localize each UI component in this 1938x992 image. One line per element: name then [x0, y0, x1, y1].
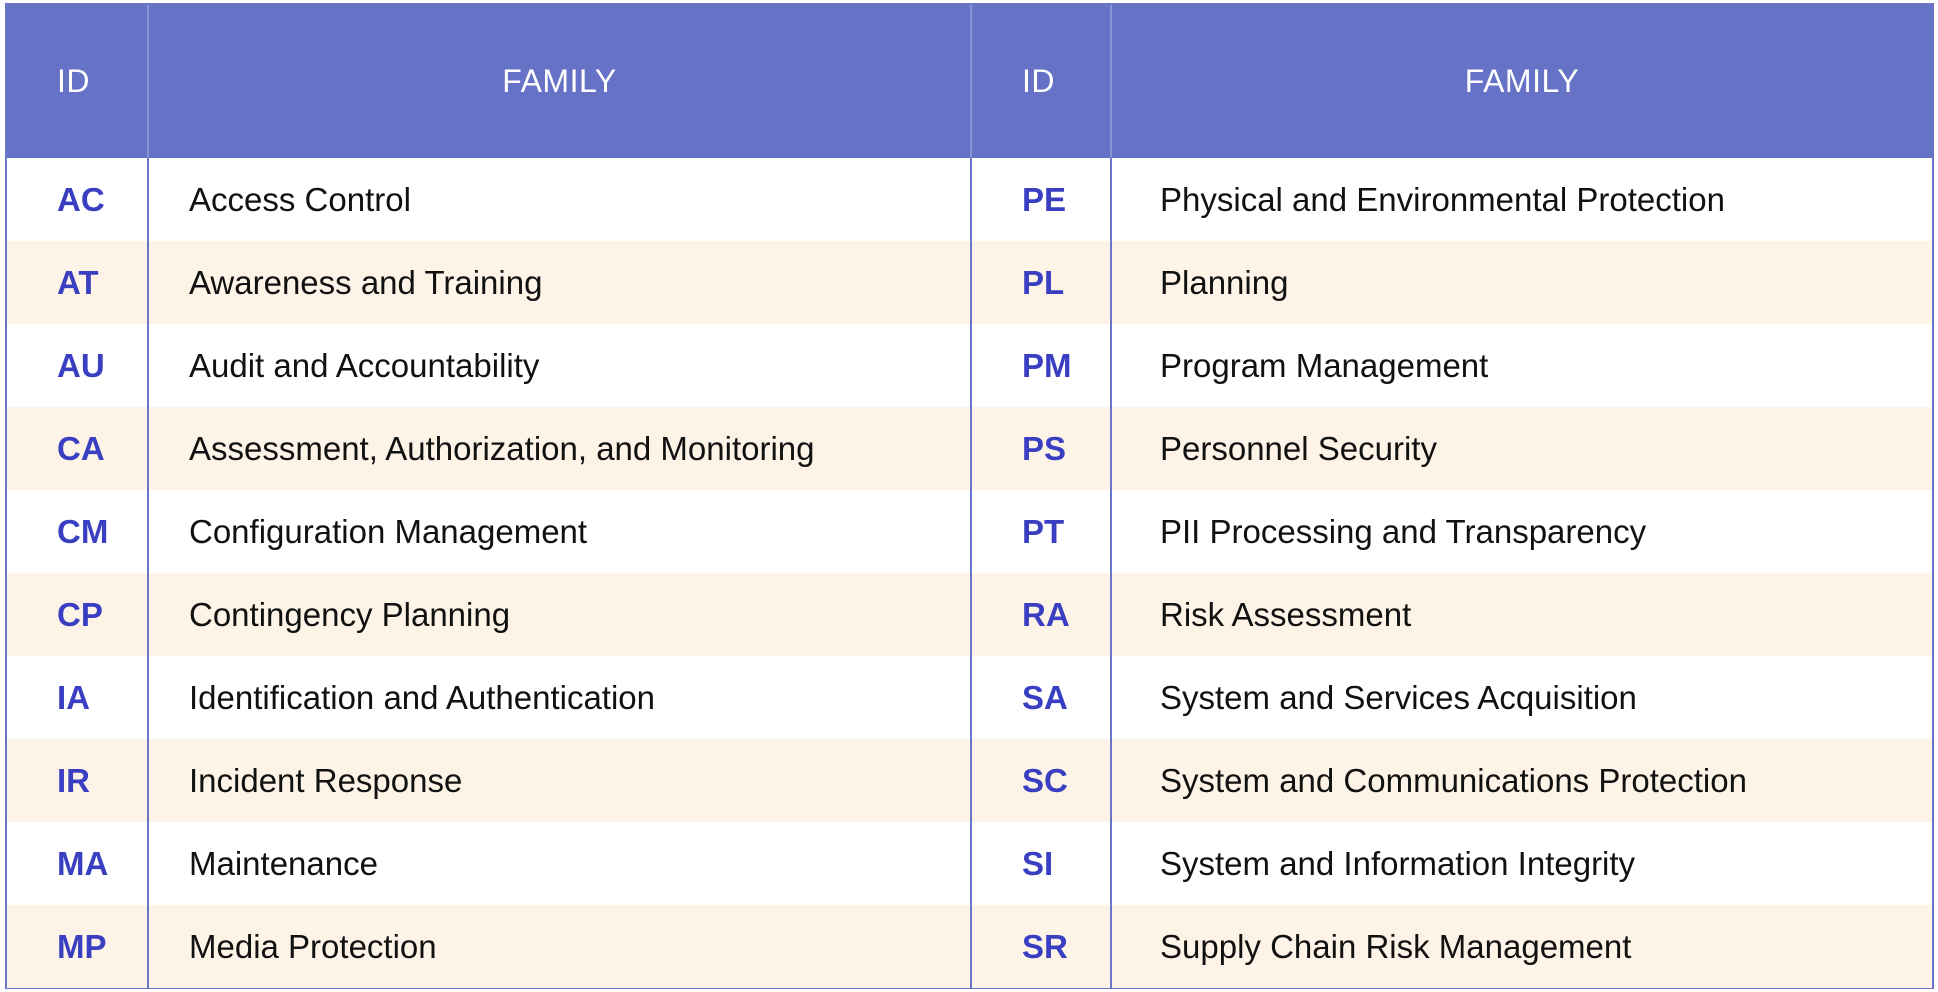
- right-family-cell: Physical and Environmental Protection: [1110, 158, 1932, 241]
- table-row: CP Contingency Planning RA Risk Assessment: [7, 573, 1932, 656]
- header-id-left: ID: [57, 63, 90, 99]
- right-id-cell: PS: [970, 407, 1111, 490]
- control-families-table-container: ID FAMILY ID FAMILY AC Access Control PE Ph…: [5, 3, 1934, 989]
- left-id-cell: AC: [57, 180, 105, 218]
- left-id-cell: AU: [57, 346, 105, 384]
- right-id-cell: SC: [970, 739, 1111, 822]
- left-family-cell: Incident Response: [147, 739, 971, 822]
- right-family-cell: Risk Assessment: [1110, 573, 1932, 656]
- left-family-cell: Awareness and Training: [147, 241, 971, 324]
- left-family-cell: Configuration Management: [147, 490, 971, 573]
- right-family-cell: System and Services Acquisition: [1110, 656, 1932, 739]
- right-family-cell: System and Information Integrity: [1110, 822, 1932, 905]
- right-id-cell: SR: [970, 905, 1111, 988]
- table-body: AC Access Control PE Physical and Environme…: [7, 158, 1932, 988]
- table-row: AC Access Control PE Physical and Environme…: [7, 158, 1932, 241]
- table-header-row: ID FAMILY ID FAMILY: [7, 5, 1932, 158]
- right-family-cell: PII Processing and Transparency: [1110, 490, 1932, 573]
- right-id-cell: PM: [970, 324, 1111, 407]
- table-row: AT Awareness and Training PL Planning: [7, 241, 1932, 324]
- table-row: MP Media Protection SR Supply Chain Risk Ma…: [7, 905, 1932, 988]
- left-id-cell: CP: [57, 595, 103, 633]
- header-id-right: ID: [970, 5, 1111, 158]
- table-row: CA Assessment, Authorization, and Monitor…: [7, 407, 1932, 490]
- left-id-cell: CM: [57, 512, 109, 550]
- right-family-cell: Personnel Security: [1110, 407, 1932, 490]
- left-id-cell: CA: [57, 429, 105, 467]
- right-id-cell: RA: [970, 573, 1111, 656]
- right-id-cell: SA: [970, 656, 1111, 739]
- left-id-cell: IR: [57, 761, 90, 799]
- table-row: IA Identification and Authentication SA Sys…: [7, 656, 1932, 739]
- left-family-cell: Identification and Authentication: [147, 656, 971, 739]
- left-family-cell: Maintenance: [147, 822, 971, 905]
- right-id-cell: SI: [970, 822, 1111, 905]
- table-row: MA Maintenance SI System and Information In…: [7, 822, 1932, 905]
- left-id-cell: MP: [57, 927, 107, 965]
- left-family-cell: Assessment, Authorization, and Monitorin…: [147, 407, 971, 490]
- right-id-cell: PE: [970, 158, 1111, 241]
- table-row: CM Configuration Management PT PII Processi…: [7, 490, 1932, 573]
- right-id-cell: PT: [970, 490, 1111, 573]
- control-families-table: ID FAMILY ID FAMILY AC Access Control PE Ph…: [7, 5, 1932, 988]
- left-family-cell: Contingency Planning: [147, 573, 971, 656]
- table-row: AU Audit and Accountability PM Program Mana…: [7, 324, 1932, 407]
- right-family-cell: Program Management: [1110, 324, 1932, 407]
- header-family-left: FAMILY: [147, 5, 971, 158]
- left-id-cell: MA: [57, 844, 109, 882]
- right-family-cell: Planning: [1110, 241, 1932, 324]
- table-row: IR Incident Response SC System and Communic…: [7, 739, 1932, 822]
- right-family-cell: Supply Chain Risk Management: [1110, 905, 1932, 988]
- left-family-cell: Access Control: [147, 158, 971, 241]
- left-family-cell: Audit and Accountability: [147, 324, 971, 407]
- header-family-right: FAMILY: [1110, 5, 1932, 158]
- left-family-cell: Media Protection: [147, 905, 971, 988]
- left-id-cell: AT: [57, 263, 99, 301]
- right-id-cell: PL: [970, 241, 1111, 324]
- right-family-cell: System and Communications Protection: [1110, 739, 1932, 822]
- left-id-cell: IA: [57, 678, 90, 716]
